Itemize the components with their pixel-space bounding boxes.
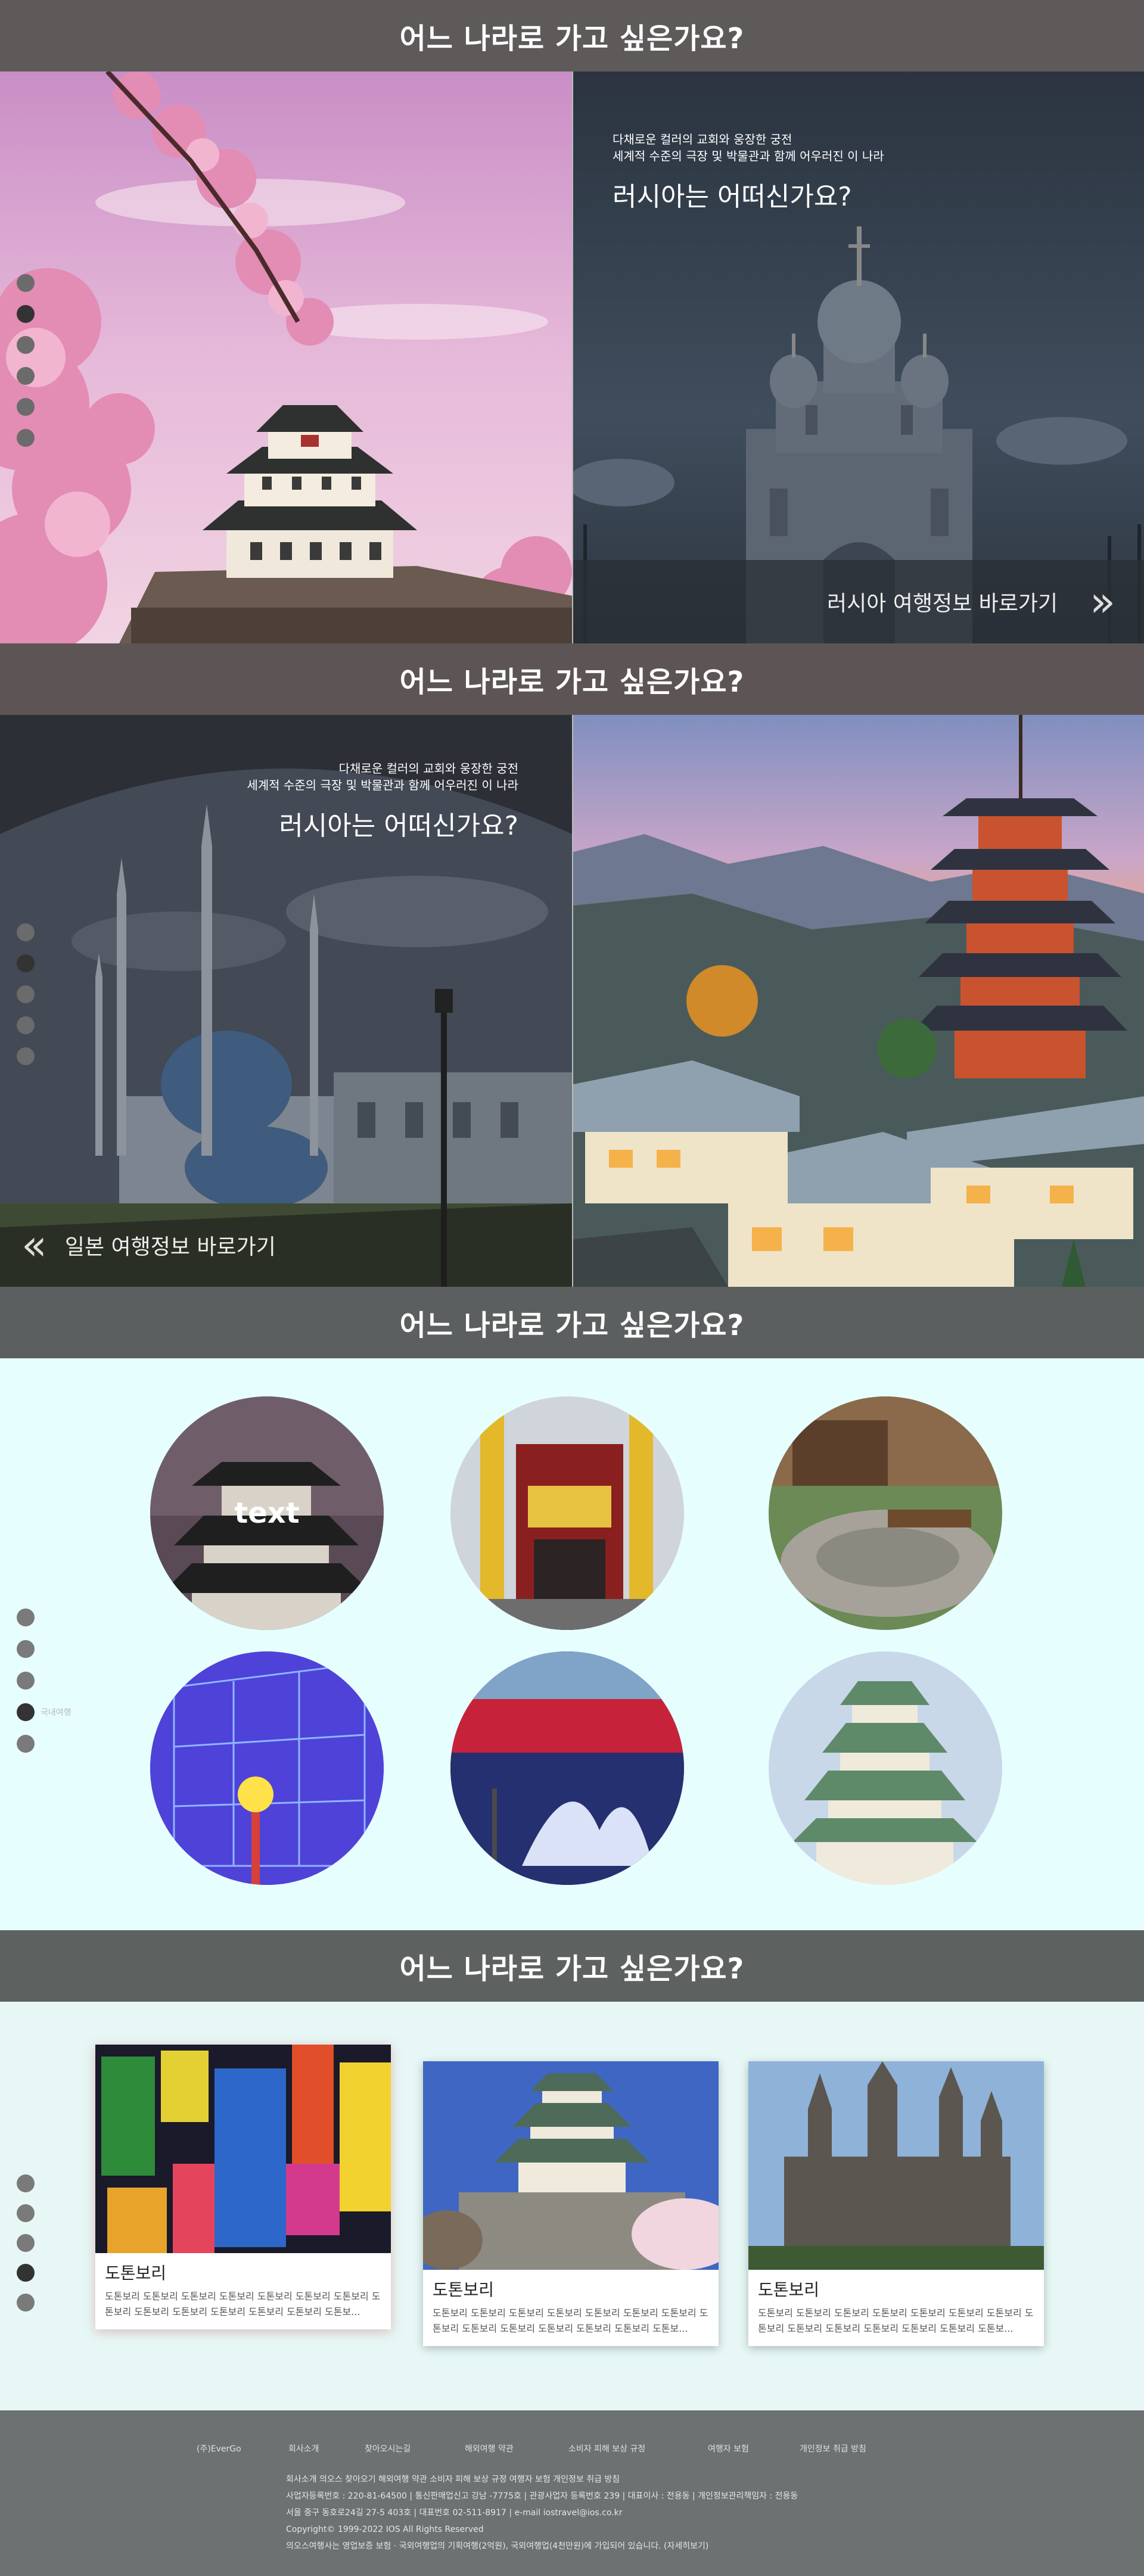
russia-intro: 다채로운 컬러의 교회와 웅장한 궁전 세계적 수준의 극장 및 박물관과 함께… <box>247 760 518 842</box>
card-image <box>748 2061 1044 2270</box>
gallery-circle-osaka-castle[interactable] <box>769 1651 1002 1885</box>
section-title: 어느 나라로 가고 싶은가요? <box>0 0 1144 71</box>
footer-link-privacy[interactable]: 개인정보 취급 방침 <box>800 2443 866 2454</box>
slide-pagination <box>17 274 35 447</box>
intro-question: 러시아는 어떠신가요? <box>613 182 852 212</box>
pagination-dot[interactable] <box>17 429 35 447</box>
section-title: 어느 나라로 가고 싶은가요? <box>0 1930 1144 2002</box>
card-title: 도톤보리 <box>433 2280 495 2300</box>
russia-info-link-label: 러시아 여행정보 바로가기 <box>826 592 1058 616</box>
pagination-dot-active[interactable] <box>17 305 35 323</box>
slide-pagination <box>17 923 35 1065</box>
card-pagination <box>17 2174 35 2311</box>
russia-church-image: 다채로운 컬러의 교회와 웅장한 궁전 세계적 수준의 극장 및 박물관과 함께… <box>572 71 1144 643</box>
mosque-image: 다채로운 컬러의 교회와 웅장한 궁전 세계적 수준의 극장 및 박물관과 함께… <box>0 715 572 1287</box>
footer-link-insurance[interactable]: 여행자 보험 <box>708 2443 800 2454</box>
gallery-circle-lights[interactable] <box>150 1651 384 1885</box>
intro-question: 러시아는 어떠신가요? <box>279 811 518 841</box>
intro-subtext-2: 세계적 수준의 극장 및 박물관과 함께 어우러진 이 나라 <box>247 778 518 792</box>
card-description: 도톤보리 도톤보리 도톤보리 도톤보리 도톤보리 도톤보리 도톤보리 도톤보리 … <box>105 2291 381 2317</box>
japan-castle-image <box>0 71 572 643</box>
kyoto-pagoda-image <box>572 715 1144 1287</box>
pagination-dot[interactable] <box>17 1640 35 1658</box>
footer-link-terms[interactable]: 해외여행 약관 <box>465 2443 568 2454</box>
footer-info-line: 회사소개 의오스 찾아오기 해외여행 약관 소비자 피해 보상 규정 여행자 보… <box>286 2475 620 2484</box>
gallery-circle-street[interactable] <box>450 1396 684 1630</box>
card-title: 도톤보리 <box>758 2280 820 2300</box>
footer-info-line: 의오스여행사는 영업보증 보험 · 국외여행업의 기획여행(2억원), 국외여행… <box>286 2541 709 2551</box>
section-circle-gallery: 어느 나라로 가고 싶은가요? 국내여행 text <box>0 1287 1144 1930</box>
section-title: 어느 나라로 가고 싶은가요? <box>0 1287 1144 1358</box>
gallery-circle-aquarium[interactable] <box>450 1651 684 1885</box>
section-russia-1: 어느 나라로 가고 싶은가요? 다채로운 컬러의 교회와 웅장한 궁전 세계적 … <box>0 0 1144 643</box>
site-footer: (주)EverGo 회사소개 찾아오시는길 해외여행 약관 소비자 피해 보상 … <box>0 2410 1144 2576</box>
pagination-dot[interactable] <box>17 2204 35 2222</box>
pagination-dot[interactable] <box>17 2234 35 2252</box>
double-chevron-right-icon: » <box>1090 577 1115 626</box>
section-russia-2: 어느 나라로 가고 싶은가요? 다채로운 컬러의 교회와 웅장한 궁전 세계적 … <box>0 643 1144 1287</box>
circle-caption: text <box>234 1497 300 1530</box>
card-dotonbori-3[interactable]: 도톤보리 도톤보리 도톤보리 도톤보리 도톤보리 도톤보리 도톤보리 도톤보리 … <box>748 2061 1044 2346</box>
pagination-dot[interactable] <box>17 336 35 354</box>
intro-subtext-1: 다채로운 컬러의 교회와 웅장한 궁전 <box>338 761 518 776</box>
footer-info: 회사소개 의오스 찾아오기 해외여행 약관 소비자 피해 보상 규정 여행자 보… <box>286 2471 798 2555</box>
intro-subtext-1: 다채로운 컬러의 교회와 웅장한 궁전 <box>613 132 792 147</box>
section-card-gallery: 어느 나라로 가고 싶은가요? 도톤보리 도톤보리 도톤보리 도톤보리 도톤보리… <box>0 1930 1144 2410</box>
pagination-dot[interactable] <box>17 985 35 1003</box>
card-description: 도톤보리 도톤보리 도톤보리 도톤보리 도톤보리 도톤보리 도톤보리 도톤보리 … <box>433 2307 708 2334</box>
footer-info-line: 사업자등록번호 : 220-81-64500 | 통신판매업신고 강남 -777… <box>286 2491 798 2501</box>
japan-info-link[interactable]: « 일본 여행정보 바로가기 <box>0 1203 572 1287</box>
pagination-dot-active[interactable] <box>17 954 35 972</box>
gallery-pagination: 국내여행 <box>17 1609 72 1753</box>
intro-subtext-2: 세계적 수준의 극장 및 박물관과 함께 어우러진 이 나라 <box>613 149 884 163</box>
pagination-dot-active[interactable] <box>17 2264 35 2282</box>
card-image <box>95 2045 391 2253</box>
pagination-dot[interactable] <box>17 2174 35 2192</box>
card-dotonbori-1[interactable]: 도톤보리 도톤보리 도톤보리 도톤보리 도톤보리 도톤보리 도톤보리 도톤보리 … <box>95 2045 391 2329</box>
pagination-dot-active[interactable] <box>17 1703 35 1721</box>
pagination-dot[interactable] <box>17 2294 35 2311</box>
gallery-circle-garden[interactable] <box>769 1396 1002 1630</box>
footer-nav: (주)EverGo 회사소개 찾아오시는길 해외여행 약관 소비자 피해 보상 … <box>197 2443 866 2454</box>
card-dotonbori-2[interactable]: 도톤보리 도톤보리 도톤보리 도톤보리 도톤보리 도톤보리 도톤보리 도톤보리 … <box>423 2061 719 2346</box>
footer-link-compensation[interactable]: 소비자 피해 보상 규정 <box>568 2443 708 2454</box>
double-chevron-left-icon: « <box>21 1221 47 1270</box>
card-title: 도톤보리 <box>105 2263 167 2283</box>
footer-link-company[interactable]: 회사소개 <box>288 2443 365 2454</box>
japan-info-link-label: 일본 여행정보 바로가기 <box>64 1235 276 1259</box>
card-description: 도톤보리 도톤보리 도톤보리 도톤보리 도톤보리 도톤보리 도톤보리 도톤보리 … <box>758 2307 1034 2334</box>
footer-info-line: Copyright© 1999-2022 IOS All Rights Rese… <box>286 2525 484 2534</box>
card-image <box>423 2061 719 2270</box>
pagination-dot[interactable] <box>17 1672 35 1690</box>
footer-brand[interactable]: (주)EverGo <box>197 2443 288 2454</box>
pagination-dot[interactable] <box>17 367 35 385</box>
pagination-dot[interactable] <box>17 1609 35 1626</box>
gallery-circle-castle[interactable]: text <box>150 1396 384 1630</box>
pagination-dot[interactable] <box>17 923 35 941</box>
pagination-dot[interactable] <box>17 274 35 292</box>
pagination-dot[interactable] <box>17 1016 35 1034</box>
pagination-dot[interactable] <box>17 1735 35 1753</box>
russia-intro: 다채로운 컬러의 교회와 웅장한 궁전 세계적 수준의 극장 및 박물관과 함께… <box>613 131 884 213</box>
pagination-dot[interactable] <box>17 1047 35 1065</box>
pagination-dot[interactable] <box>17 398 35 416</box>
pagination-dot-label: 국내여행 <box>41 1708 72 1718</box>
russia-info-link[interactable]: 러시아 여행정보 바로가기 » <box>573 560 1144 643</box>
section-title: 어느 나라로 가고 싶은가요? <box>0 643 1144 715</box>
footer-info-line: 서울 중구 동호로24길 27-5 403호 | 대표번호 02-511-891… <box>286 2508 623 2518</box>
footer-link-directions[interactable]: 찾아오시는길 <box>365 2443 465 2454</box>
